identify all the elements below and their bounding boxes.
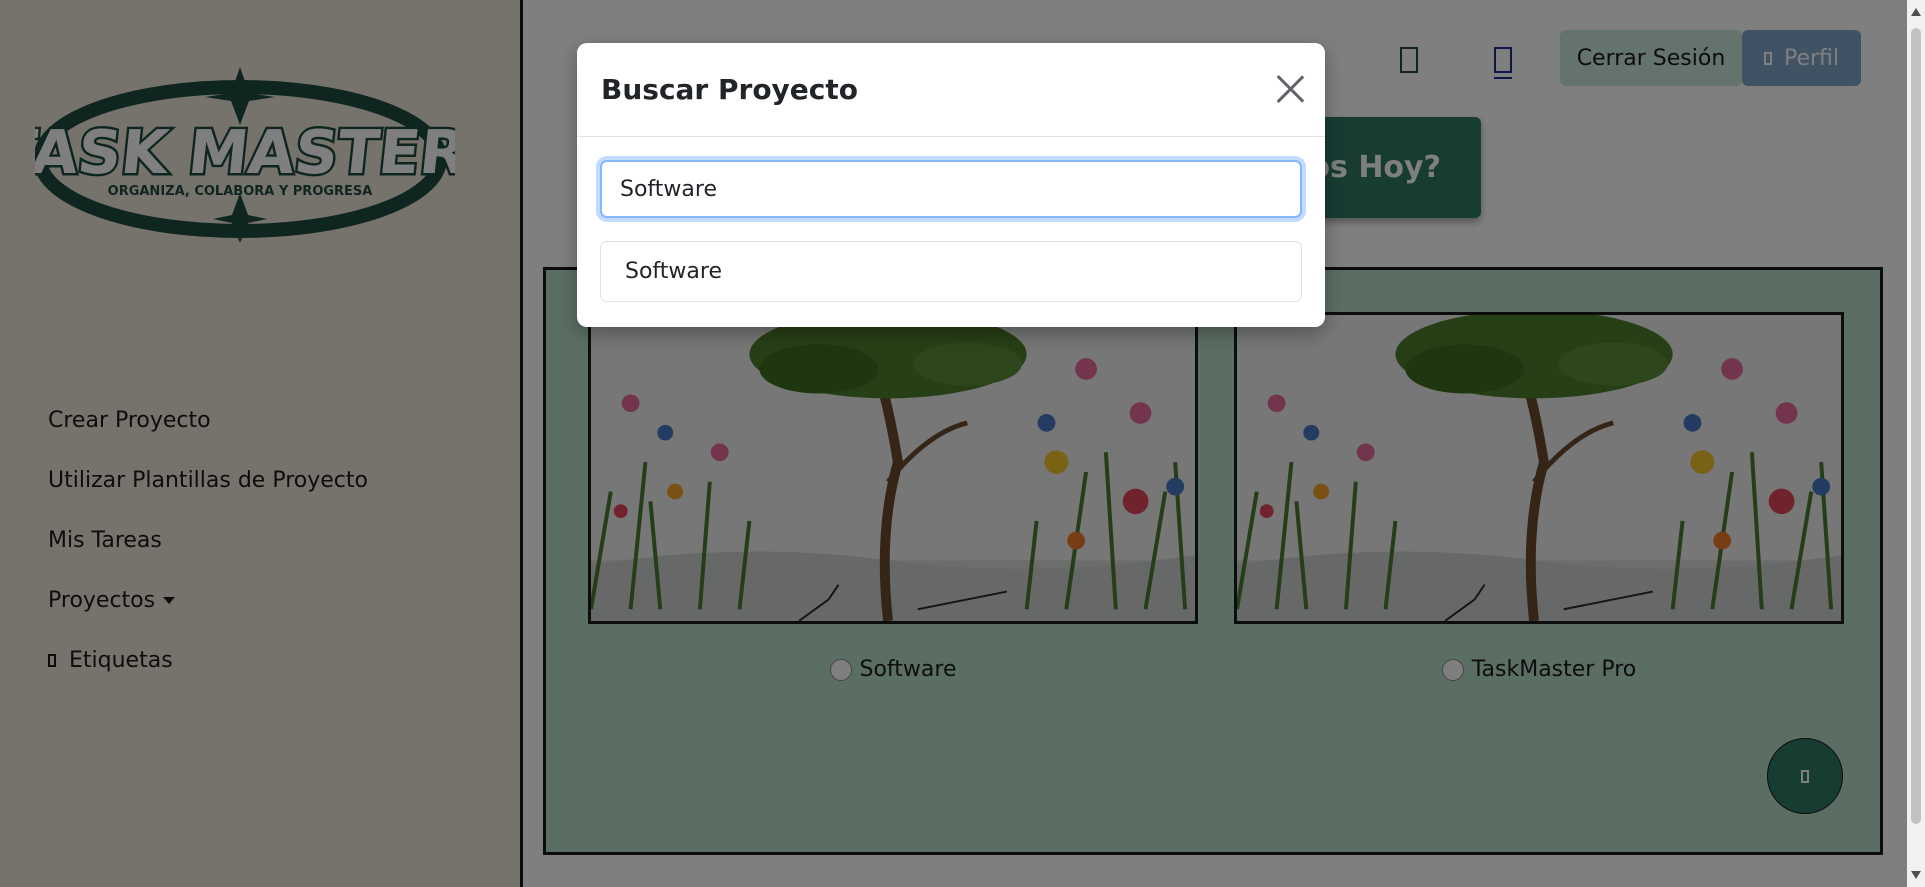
project-search-input[interactable]	[600, 160, 1302, 218]
search-result-label: Software	[625, 259, 722, 284]
page-scrollbar[interactable]	[1907, 0, 1925, 887]
scroll-down-icon[interactable]	[1911, 871, 1921, 879]
modal-title: Buscar Proyecto	[601, 73, 859, 106]
scrollbar-thumb[interactable]	[1911, 28, 1921, 824]
modal-header: Buscar Proyecto	[577, 43, 1325, 137]
close-icon[interactable]	[1275, 74, 1305, 104]
search-result-item[interactable]: Software	[600, 241, 1302, 302]
search-project-modal: Buscar Proyecto Software	[577, 43, 1325, 327]
scroll-up-icon[interactable]	[1911, 8, 1921, 16]
